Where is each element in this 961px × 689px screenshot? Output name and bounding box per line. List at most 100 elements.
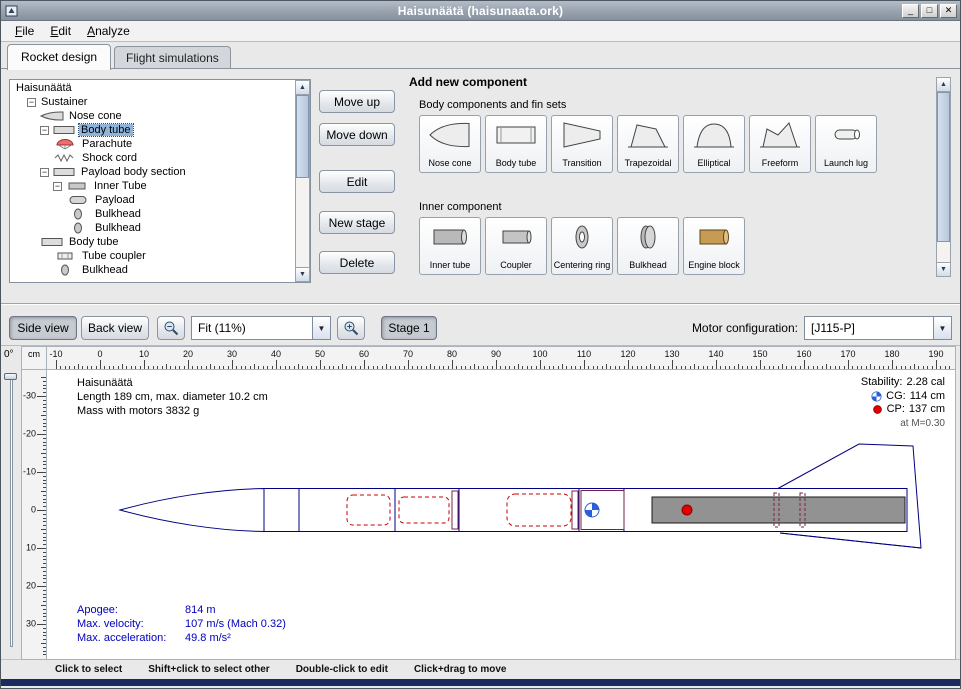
zoom-select[interactable]: Fit (11%) ▼ xyxy=(191,316,331,340)
nosecone-icon xyxy=(40,110,64,122)
titlebar[interactable]: Haisunäätä (haisunaata.ork) _ □ ✕ xyxy=(1,1,960,21)
tree-item-label: Sustainer xyxy=(39,96,89,108)
rotation-control: 0° xyxy=(1,346,21,659)
tree-expander-icon[interactable]: − xyxy=(27,98,36,107)
tree-item-parachute[interactable]: Parachute xyxy=(10,137,295,151)
tree-item-label: Tube coupler xyxy=(80,250,148,262)
cg-label: CG: xyxy=(886,390,906,404)
add-component-title: Add new component xyxy=(409,75,527,89)
minimize-button[interactable]: _ xyxy=(902,4,919,18)
add-nose-cone-button[interactable]: Nose cone xyxy=(419,115,481,173)
tree-item-label: Payload xyxy=(93,194,137,206)
tabstrip: Rocket design Flight simulations xyxy=(1,42,960,69)
tree-item-sustainer[interactable]: −Sustainer xyxy=(10,95,295,109)
palette-scrollbar-thumb[interactable] xyxy=(937,92,950,242)
menu-analyze[interactable]: Analyze xyxy=(79,22,138,40)
cp-marker xyxy=(682,505,692,515)
tree-item-bulkhead[interactable]: Bulkhead xyxy=(10,263,295,277)
palette-button-label: Trapezoidal xyxy=(624,159,673,172)
scroll-down-icon[interactable]: ▼ xyxy=(296,267,309,281)
tree-item-tube-coupler[interactable]: Tube coupler xyxy=(10,249,295,263)
add-launch-lug-button[interactable]: Launch lug xyxy=(815,115,877,173)
tree-item-bulkhead[interactable]: Bulkhead xyxy=(10,221,295,235)
tree-item-payload-body-section[interactable]: −Payload body section xyxy=(10,165,295,179)
side-view-button[interactable]: Side view xyxy=(9,316,77,340)
menu-file[interactable]: File xyxy=(7,22,42,40)
add-coupler-button[interactable]: Coupler xyxy=(485,217,547,275)
tree-item-label: Nose cone xyxy=(67,110,124,122)
tab-rocket-design[interactable]: Rocket design xyxy=(7,44,111,70)
zoom-out-button[interactable] xyxy=(157,316,185,340)
rocket-canvas[interactable]: Haisunäätä Length 189 cm, max. diameter … xyxy=(46,370,956,660)
view-toolbar: Side view Back view Fit (11%) ▼ Stage 1 … xyxy=(1,311,960,345)
new-stage-button[interactable]: New stage xyxy=(319,211,395,234)
move-up-button[interactable]: Move up xyxy=(319,90,395,113)
palette-button-label: Bulkhead xyxy=(628,261,668,274)
tree-scrollbar-track[interactable] xyxy=(296,95,309,267)
tab-flight-simulations[interactable]: Flight simulations xyxy=(114,46,231,69)
edit-button[interactable]: Edit xyxy=(319,170,395,193)
rotation-slider-track[interactable] xyxy=(10,376,13,647)
tree-item-nose-cone[interactable]: Nose cone xyxy=(10,109,295,123)
cp-icon xyxy=(872,404,883,415)
menu-edit[interactable]: Edit xyxy=(42,22,79,40)
parachute-icon xyxy=(53,138,77,150)
cg-value: 114 cm xyxy=(910,390,945,404)
palette-button-label: Transition xyxy=(561,159,602,172)
tree-item-bulkhead[interactable]: Bulkhead xyxy=(10,207,295,221)
close-button[interactable]: ✕ xyxy=(940,4,957,18)
tree-scrollbar-thumb[interactable] xyxy=(296,95,309,178)
tree-item-label: Inner Tube xyxy=(92,180,149,192)
motor-configuration-select[interactable]: [J115-P] ▼ xyxy=(804,316,952,340)
status-hint: Shift+click to select other xyxy=(148,664,269,675)
zoom-out-icon xyxy=(163,320,179,336)
tree-item-shock-cord[interactable]: Shock cord xyxy=(10,151,295,165)
nose-cone-icon xyxy=(428,119,472,151)
tree-item-label: Haisunäätä xyxy=(14,82,74,94)
back-view-button[interactable]: Back view xyxy=(81,316,149,340)
tree-expander-icon[interactable]: − xyxy=(53,182,62,191)
add-inner-tube-button[interactable]: Inner tube xyxy=(419,217,481,275)
add-trapezoidal-button[interactable]: Trapezoidal xyxy=(617,115,679,173)
tree-item-inner-tube[interactable]: − Inner Tube xyxy=(10,179,295,193)
main-window: Haisunäätä (haisunaata.ork) _ □ ✕ File E… xyxy=(0,0,961,689)
scroll-up-icon[interactable]: ▲ xyxy=(937,78,950,92)
tree-item-haisun-t-[interactable]: Haisunäätä xyxy=(10,81,295,95)
tree-scrollbar[interactable]: ▲ ▼ xyxy=(295,80,310,282)
stability-value: 2.28 cal xyxy=(906,376,945,390)
add-bulkhead-button[interactable]: Bulkhead xyxy=(617,217,679,275)
stability-info: Stability:2.28 cal CG:114 cm CP:137 cm a… xyxy=(861,376,945,430)
stage1-toggle[interactable]: Stage 1 xyxy=(381,316,437,340)
add-centering-ring-button[interactable]: Centering ring xyxy=(551,217,613,275)
palette-button-label: Engine block xyxy=(687,261,741,274)
max-acceleration-value: 49.8 m/s² xyxy=(185,631,231,645)
maximize-button[interactable]: □ xyxy=(921,4,938,18)
tree-expander-icon[interactable]: − xyxy=(40,168,49,177)
cg-marker xyxy=(585,503,599,517)
scroll-down-icon[interactable]: ▼ xyxy=(937,262,950,276)
tree-item-body-tube[interactable]: Body tube xyxy=(10,235,295,249)
add-freeform-button[interactable]: Freeform xyxy=(749,115,811,173)
trapezoidal-icon xyxy=(626,119,670,151)
scroll-up-icon[interactable]: ▲ xyxy=(296,81,309,95)
add-body-tube-button[interactable]: Body tube xyxy=(485,115,547,173)
palette-scrollbar-track[interactable] xyxy=(937,92,950,262)
tree-item-payload[interactable]: Payload xyxy=(10,193,295,207)
transition-icon xyxy=(560,119,604,151)
innertube-icon xyxy=(65,180,89,192)
drawing-area: 0° cm -100102030405060708090100110120130… xyxy=(1,345,960,659)
move-down-button[interactable]: Move down xyxy=(319,123,395,146)
delete-button[interactable]: Delete xyxy=(319,251,395,274)
palette-button-label: Nose cone xyxy=(427,159,472,172)
add-transition-button[interactable]: Transition xyxy=(551,115,613,173)
rotation-slider-handle[interactable] xyxy=(4,373,17,380)
horizontal-splitter[interactable] xyxy=(1,303,960,311)
add-elliptical-button[interactable]: Elliptical xyxy=(683,115,745,173)
zoom-in-button[interactable] xyxy=(337,316,365,340)
add-engine-block-button[interactable]: Engine block xyxy=(683,217,745,275)
tree-item-body-tube[interactable]: −Body tube xyxy=(10,123,295,137)
palette-scrollbar[interactable]: ▲ ▼ xyxy=(936,77,951,277)
component-tree[interactable]: Haisunäätä−SustainerNose cone−Body tubeP… xyxy=(10,81,295,282)
inner-component-group-label: Inner component xyxy=(419,201,502,213)
tree-expander-icon[interactable]: − xyxy=(40,126,49,135)
